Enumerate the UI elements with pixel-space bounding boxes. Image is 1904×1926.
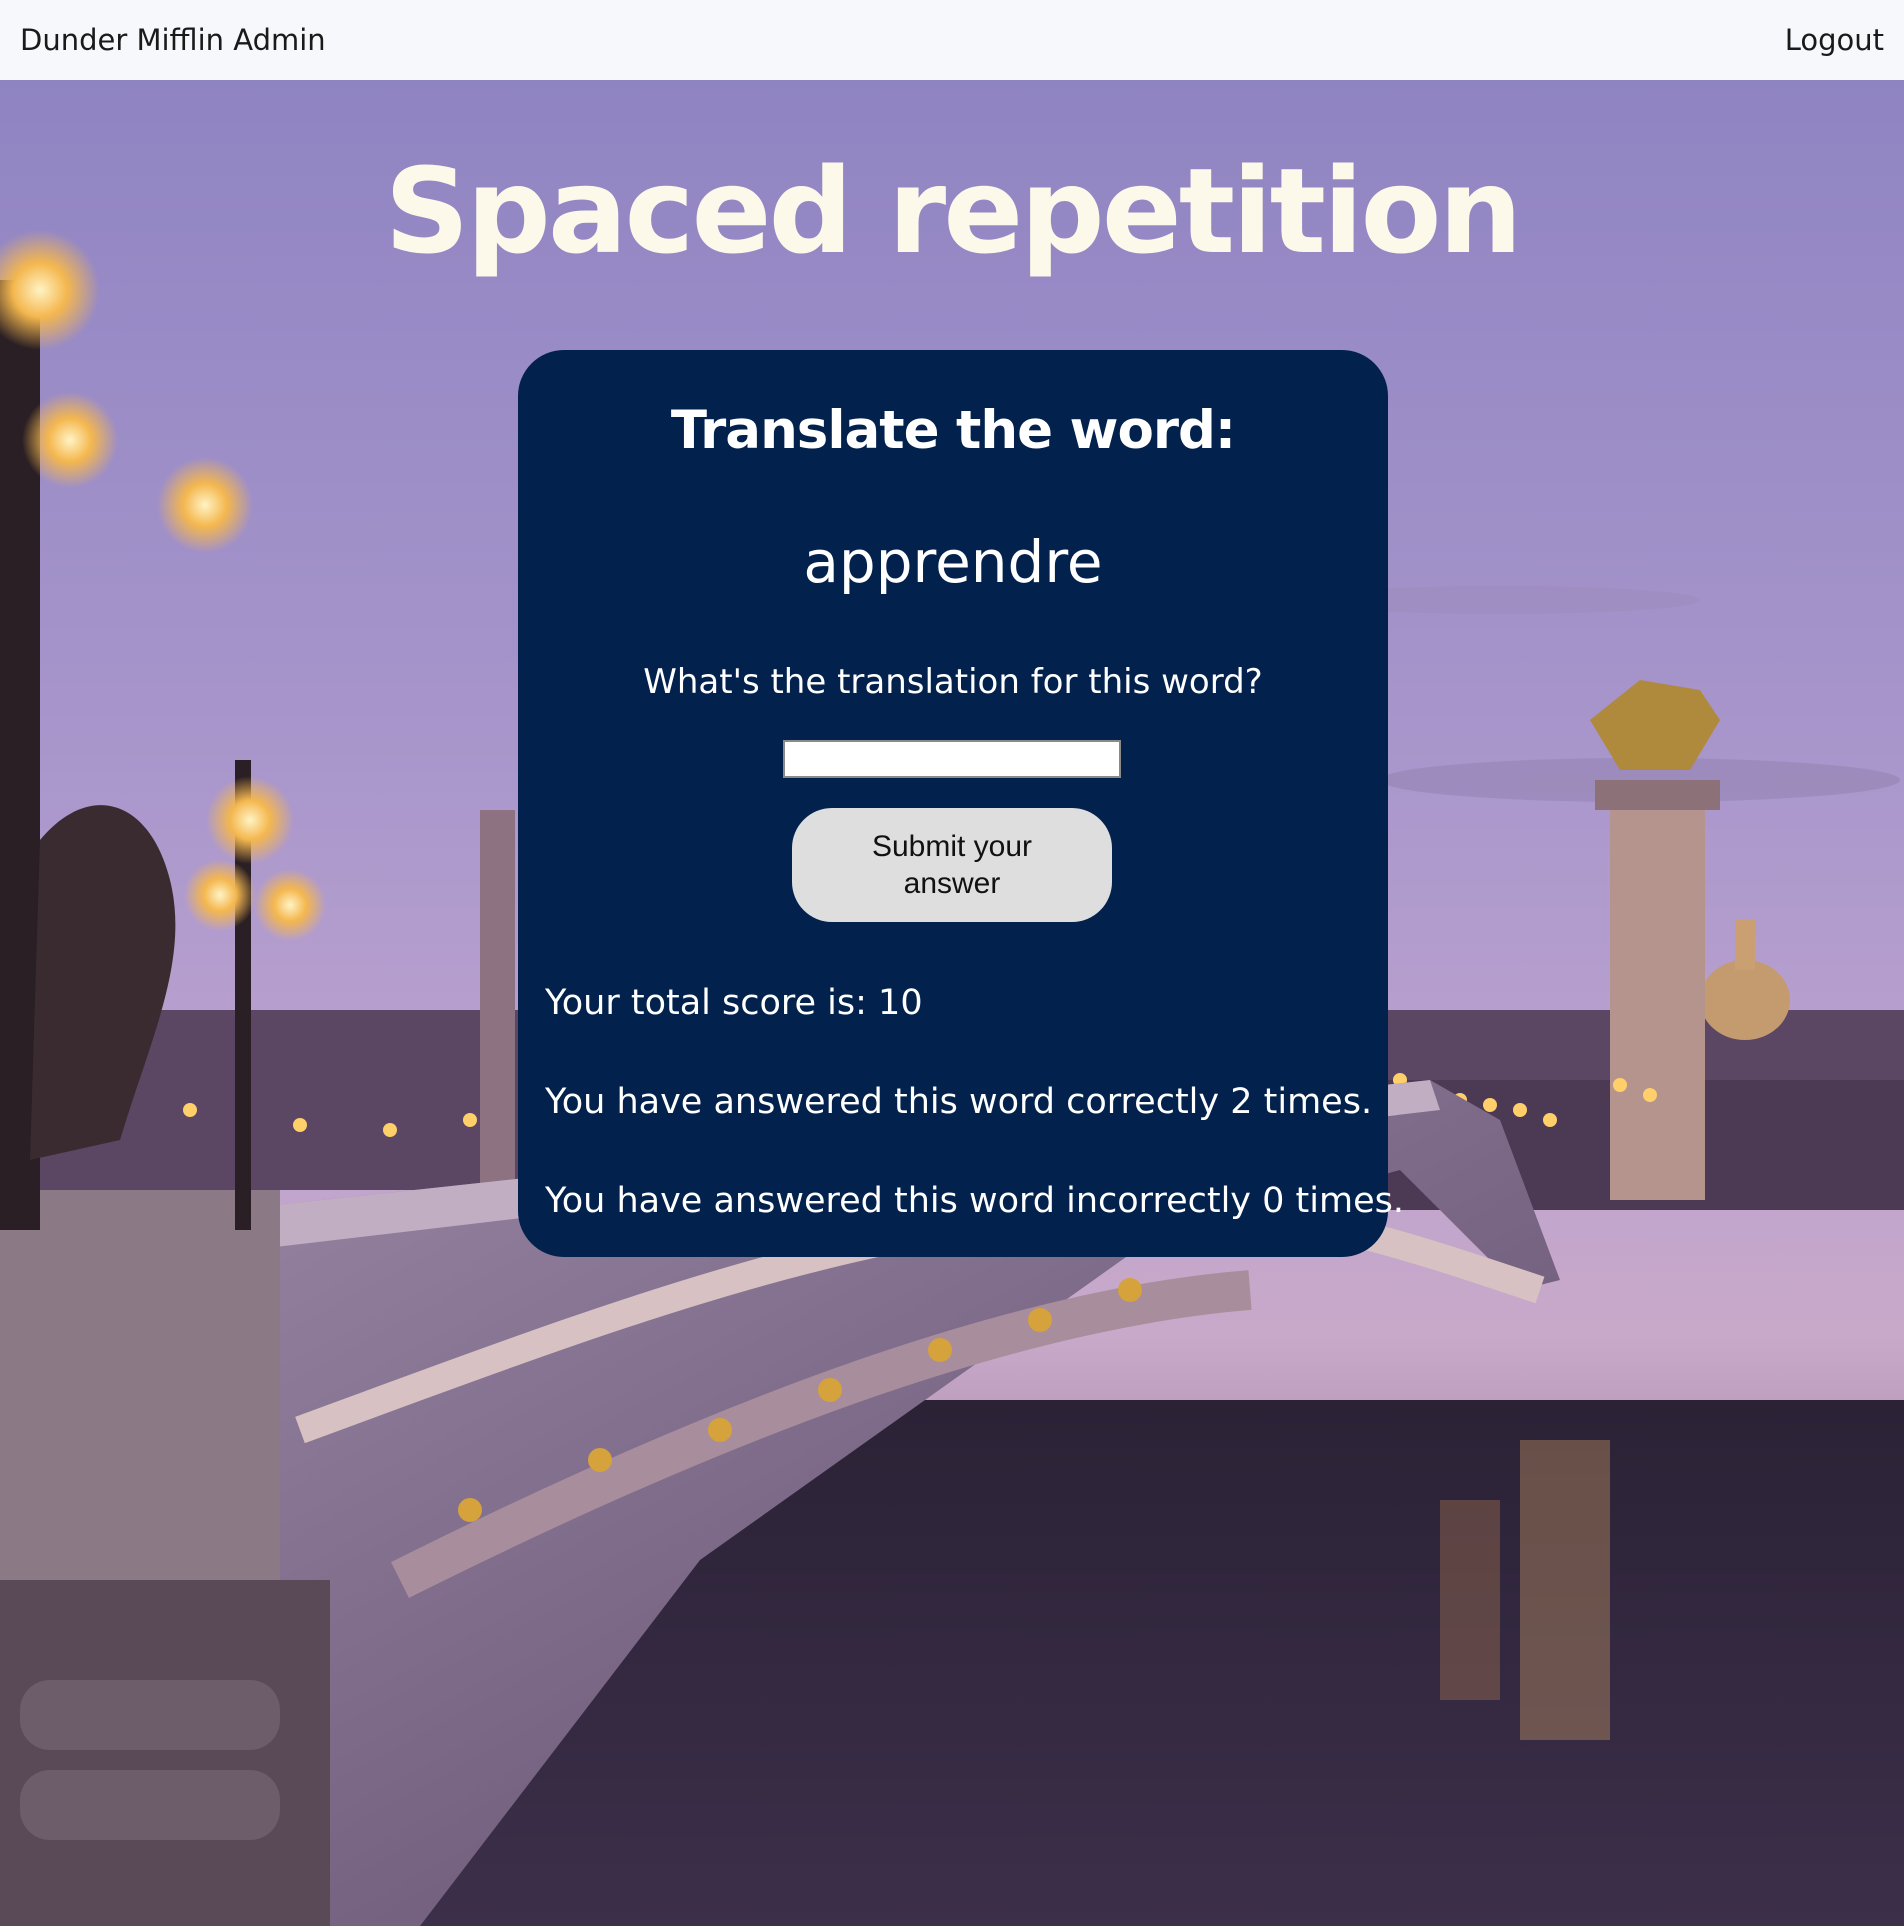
incorrect-count: You have answered this word incorrectly …	[545, 1181, 1404, 1221]
card-heading: Translate the word:	[670, 400, 1236, 461]
correct-count: You have answered this word correctly 2 …	[545, 1082, 1373, 1122]
top-nav-bar: Dunder Mifflin Admin Logout	[0, 0, 1904, 80]
logout-link[interactable]: Logout	[1785, 23, 1884, 57]
answer-input[interactable]	[783, 740, 1121, 778]
submit-answer-button[interactable]: Submit your answer	[792, 808, 1112, 922]
quiz-card: Translate the word: apprendre What's the…	[518, 350, 1404, 1257]
total-score: Your total score is: 10	[545, 983, 923, 1023]
brand-link[interactable]: Dunder Mifflin Admin	[20, 23, 326, 57]
page-title: Spaced repetition	[384, 142, 1522, 280]
translation-prompt: What's the translation for this word?	[643, 662, 1263, 702]
word-to-translate: apprendre	[803, 528, 1103, 596]
